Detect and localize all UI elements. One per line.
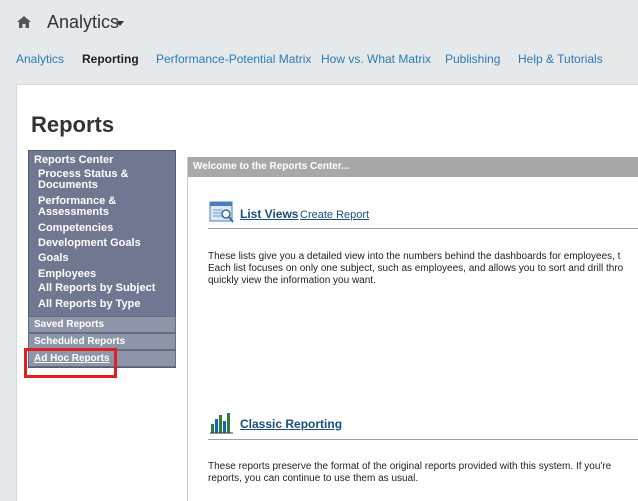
tab-help-tutorials[interactable]: Help & Tutorials [518, 52, 603, 66]
app-title[interactable]: Analytics [47, 12, 119, 33]
classic-reporting-link[interactable]: Classic Reporting [240, 417, 342, 431]
list-views-link[interactable]: List Views [240, 207, 298, 221]
bar-chart-icon[interactable] [209, 410, 235, 434]
tab-reporting[interactable]: Reporting [82, 52, 139, 66]
tab-publishing[interactable]: Publishing [445, 52, 500, 66]
tab-how-vs-what-matrix[interactable]: How vs. What Matrix [321, 52, 431, 66]
chevron-down-icon[interactable] [116, 21, 124, 26]
list-views-desc-3: quickly view the information you want. [208, 275, 376, 286]
panel-header-title: Welcome to the Reports Center... [193, 161, 350, 172]
main-panel: Welcome to the Reports Center... List Vi… [187, 157, 638, 501]
sidebar-heading[interactable]: Reports Center [34, 154, 113, 166]
sidebar-item-development-goals[interactable]: Development Goals [38, 238, 168, 249]
page-title: Reports [31, 112, 115, 137]
sidebar-item-all-reports-type[interactable]: All Reports by Type [38, 299, 168, 310]
app-header: Analytics [0, 0, 638, 46]
sidebar-saved-reports[interactable]: Saved Reports [28, 316, 176, 333]
classic-desc-1: These reports preserve the format of the… [208, 461, 612, 472]
list-views-desc-1: These lists give you a detailed view int… [208, 251, 621, 262]
sidebar-item-performance[interactable]: Performance & Assessments [38, 196, 168, 218]
sidebar-item-employees[interactable]: Employees [38, 269, 168, 280]
divider [208, 439, 638, 440]
tab-performance-potential-matrix[interactable]: Performance-Potential Matrix [156, 52, 311, 66]
list-views-desc-2: Each list focuses on only one subject, s… [208, 263, 624, 274]
tab-analytics[interactable]: Analytics [16, 52, 64, 66]
create-report-link[interactable]: Create Report [300, 209, 369, 221]
highlight-box [24, 348, 117, 378]
sidebar-saved-reports-label: Saved Reports [34, 319, 105, 330]
sidebar-item-all-reports-subject[interactable]: All Reports by Subject [38, 283, 168, 294]
sidebar-item-process-status[interactable]: Process Status & Documents [38, 169, 168, 191]
sidebar-item-competencies[interactable]: Competencies [38, 223, 168, 234]
list-view-icon[interactable] [209, 200, 235, 224]
content-area: Reports Reports Center Process Status & … [16, 84, 638, 501]
sidebar-scheduled-reports-label: Scheduled Reports [34, 336, 126, 347]
divider [208, 228, 638, 229]
sidebar-item-goals[interactable]: Goals [38, 253, 168, 264]
classic-desc-2: reports, you can continue to use them as… [208, 473, 419, 484]
home-icon[interactable] [16, 14, 32, 30]
panel-header: Welcome to the Reports Center... [188, 157, 638, 177]
main-nav: Analytics Reporting Performance-Potentia… [0, 46, 638, 74]
